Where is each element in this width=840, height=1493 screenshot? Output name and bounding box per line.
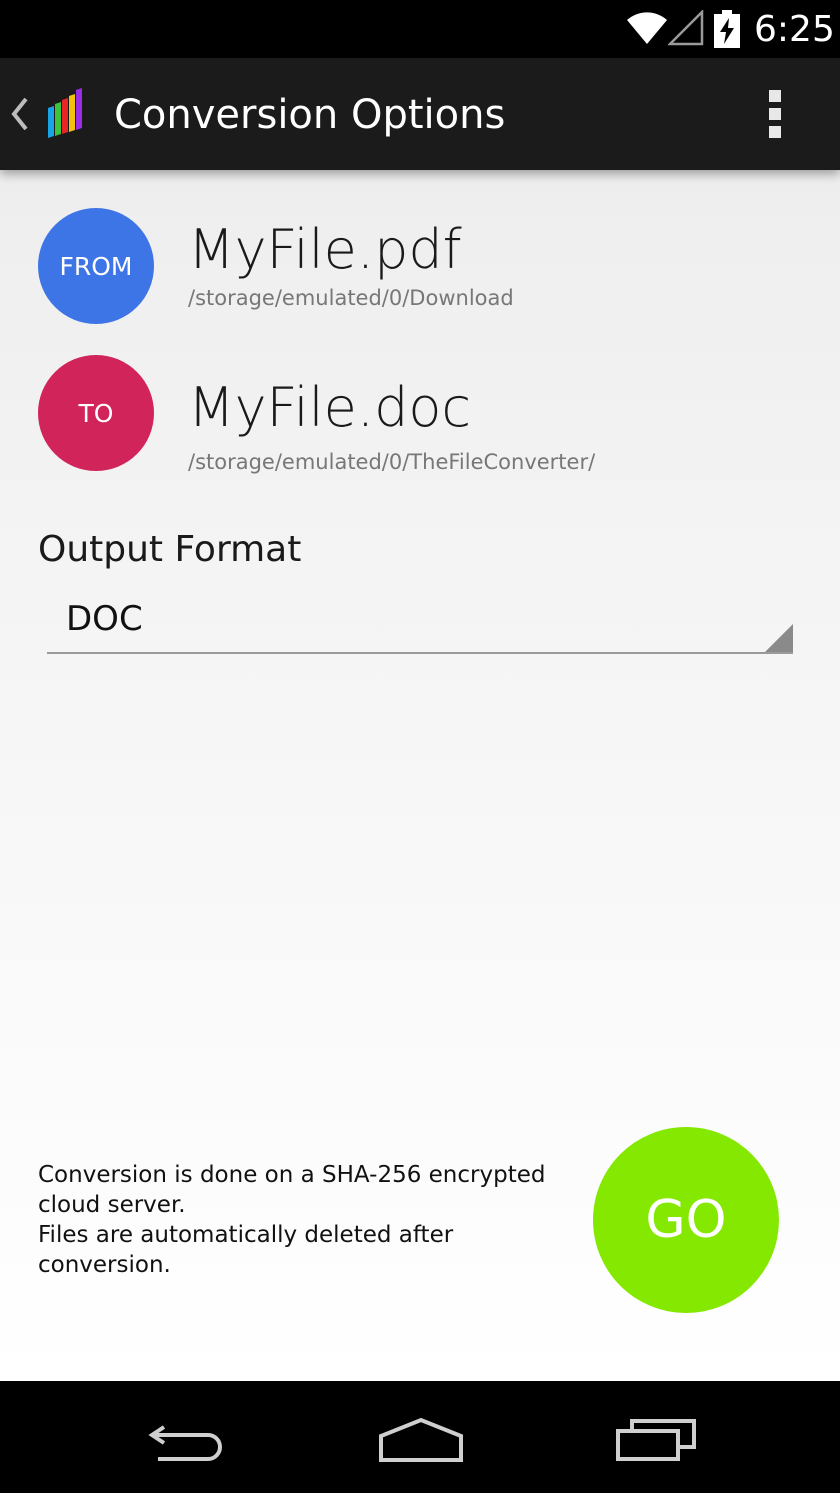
page-title: Conversion Options bbox=[114, 92, 506, 138]
destination-filename: MyFile.doc bbox=[188, 376, 472, 439]
main-content: FROM MyFile.pdf /storage/emulated/0/Down… bbox=[0, 170, 840, 1381]
overflow-menu-icon[interactable] bbox=[762, 90, 788, 140]
to-badge: TO bbox=[38, 355, 154, 471]
dropdown-triangle-icon bbox=[765, 624, 793, 652]
action-bar: Conversion Options bbox=[0, 58, 840, 170]
cell-signal-icon bbox=[668, 10, 704, 46]
output-format-select[interactable]: DOC bbox=[47, 593, 793, 654]
from-badge: FROM bbox=[38, 208, 154, 324]
source-filename: MyFile.pdf bbox=[188, 218, 462, 281]
status-clock: 6:25 bbox=[754, 9, 835, 50]
navigation-bar bbox=[0, 1381, 840, 1493]
output-format-label: Output Format bbox=[38, 529, 302, 570]
battery-charging-icon bbox=[714, 10, 740, 48]
go-button[interactable]: GO bbox=[593, 1127, 779, 1313]
app-logo-icon bbox=[48, 88, 82, 138]
source-path: /storage/emulated/0/Download bbox=[188, 286, 514, 310]
notice-line-1: Conversion is done on a SHA-256 encrypte… bbox=[38, 1162, 546, 1218]
wifi-icon bbox=[627, 12, 667, 44]
notice-line-2: Files are automatically deleted after co… bbox=[38, 1222, 454, 1278]
output-format-value: DOC bbox=[66, 599, 143, 639]
nav-home-icon[interactable] bbox=[377, 1416, 465, 1464]
destination-path: /storage/emulated/0/TheFileConverter/ bbox=[188, 450, 596, 474]
status-bar: 6:25 bbox=[0, 0, 840, 58]
back-caret-icon[interactable] bbox=[8, 96, 30, 132]
security-notice: Conversion is done on a SHA-256 encrypte… bbox=[38, 1160, 578, 1280]
nav-recents-icon[interactable] bbox=[614, 1419, 698, 1463]
nav-back-icon[interactable] bbox=[148, 1419, 228, 1463]
